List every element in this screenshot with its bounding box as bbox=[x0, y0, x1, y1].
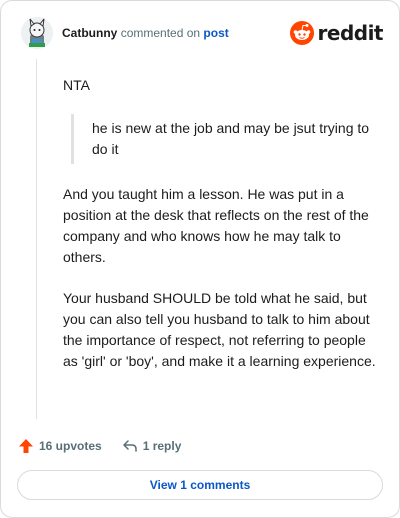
avatar-image bbox=[21, 17, 53, 49]
post-link[interactable]: post bbox=[203, 26, 228, 40]
comment-paragraph: And you taught him a lesson. He was put … bbox=[63, 186, 369, 265]
author-name[interactable]: Catbunny bbox=[62, 26, 117, 40]
brand-name: reddit bbox=[317, 21, 384, 45]
comment-paragraph: Your husband SHOULD be told what he said… bbox=[63, 290, 376, 369]
quote-text: he is new at the job and may be jsut try… bbox=[92, 120, 370, 157]
comment-card: Catbunny commented on post reddit NTA he… bbox=[0, 0, 400, 518]
reddit-logo-icon bbox=[289, 21, 314, 45]
comment-paragraph: NTA bbox=[63, 77, 90, 93]
upvote-button[interactable]: 16 upvotes bbox=[18, 438, 102, 454]
upvote-count: 16 upvotes bbox=[39, 439, 102, 453]
comment-actions: 16 upvotes 1 reply bbox=[18, 435, 181, 457]
author-line: Catbunny commented on post bbox=[62, 26, 229, 40]
reply-arrow-icon bbox=[122, 440, 137, 452]
blockquote: he is new at the job and may be jsut try… bbox=[71, 114, 374, 164]
comment-header: Catbunny commented on post reddit bbox=[21, 15, 384, 55]
action-text: commented on bbox=[120, 26, 201, 40]
reddit-brand[interactable]: reddit bbox=[289, 20, 384, 46]
upvote-arrow-icon bbox=[19, 439, 33, 453]
view-comments-button[interactable]: View 1 comments bbox=[17, 470, 383, 500]
thread-line[interactable] bbox=[36, 59, 37, 419]
reply-count: 1 reply bbox=[142, 439, 182, 453]
reply-button[interactable]: 1 reply bbox=[122, 438, 182, 454]
avatar[interactable] bbox=[21, 17, 53, 49]
comment-body: NTA he is new at the job and may be jsut… bbox=[63, 75, 381, 372]
